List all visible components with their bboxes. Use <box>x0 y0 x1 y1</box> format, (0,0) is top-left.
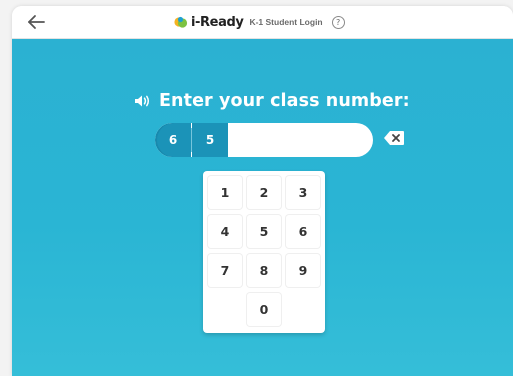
app-window: i-Ready K-1 Student Login ? Enter your c… <box>12 6 513 376</box>
backspace-icon <box>384 131 404 145</box>
arrow-left-icon <box>28 15 45 29</box>
key-5[interactable]: 5 <box>247 215 281 248</box>
key-4[interactable]: 4 <box>208 215 242 248</box>
key-8[interactable]: 8 <box>247 254 281 287</box>
prompt-text: Enter your class number: <box>159 91 410 111</box>
back-button[interactable] <box>24 10 50 34</box>
brand-logo: i-Ready <box>174 14 244 30</box>
key-2[interactable]: 2 <box>247 176 281 209</box>
entered-digit: 6 <box>155 123 191 157</box>
header-brand: i-Ready K-1 Student Login ? <box>174 6 345 38</box>
i-ready-logo-icon <box>174 16 188 28</box>
brand-name: i-Ready <box>191 14 244 30</box>
login-panel: Enter your class number: 6 5 1 2 3 4 5 6… <box>12 39 513 376</box>
key-3[interactable]: 3 <box>286 176 320 209</box>
number-keypad: 1 2 3 4 5 6 7 8 9 0 <box>203 171 325 333</box>
page-subtitle: K-1 Student Login <box>249 17 323 27</box>
key-9[interactable]: 9 <box>286 254 320 287</box>
help-icon: ? <box>336 17 341 27</box>
entered-digit: 5 <box>192 123 228 157</box>
class-number-prompt[interactable]: Enter your class number: <box>134 89 410 113</box>
key-6[interactable]: 6 <box>286 215 320 248</box>
top-bar: i-Ready K-1 Student Login ? <box>12 6 513 39</box>
key-7[interactable]: 7 <box>208 254 242 287</box>
key-1[interactable]: 1 <box>208 176 242 209</box>
class-number-field[interactable]: 6 5 <box>155 123 373 157</box>
key-0[interactable]: 0 <box>247 293 281 326</box>
help-button[interactable]: ? <box>331 15 345 29</box>
backspace-button[interactable] <box>383 129 405 147</box>
speaker-icon <box>135 95 150 107</box>
